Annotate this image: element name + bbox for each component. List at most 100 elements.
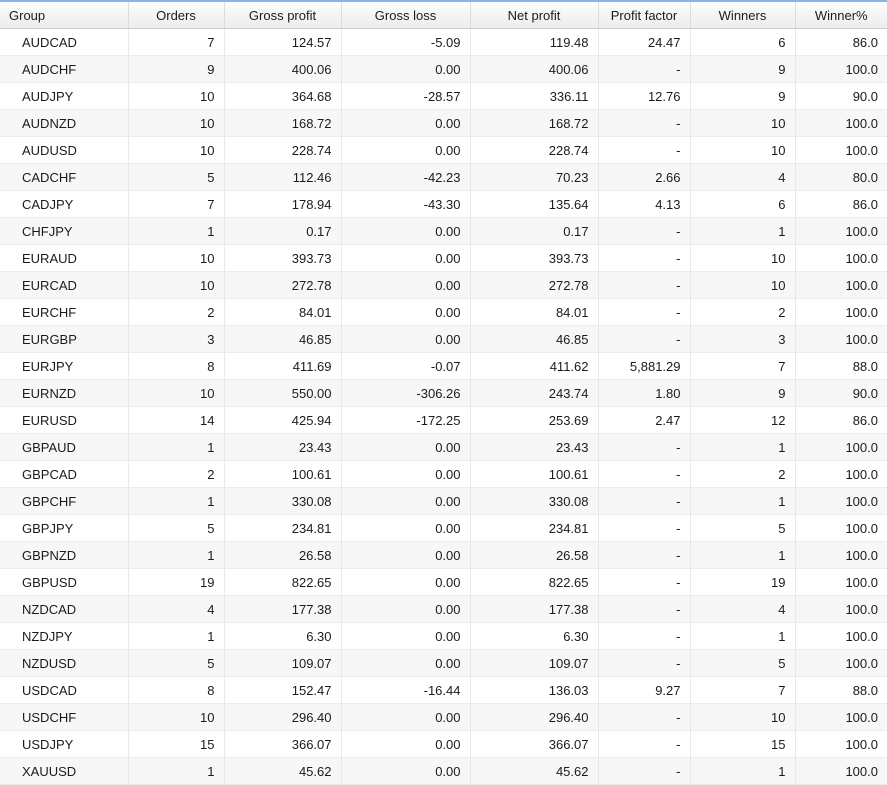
table-row[interactable]: AUDCHF 9 400.06 0.00 400.06-9 100.0 xyxy=(0,55,887,83)
table-row[interactable]: NZDJPY 1 6.30 0.00 6.30-1 100.0 xyxy=(0,622,887,650)
cell-winner_pct: 100.0 xyxy=(795,595,887,623)
cell-profit_factor: 2.66 xyxy=(598,163,691,191)
cell-net_profit: 393.73 xyxy=(470,244,599,272)
table-row[interactable]: USDCAD 8 152.47 -16.44 136.03 9.27 7 88.0 xyxy=(0,676,887,704)
cell-net_profit: 46.85 xyxy=(470,325,599,353)
cell-gross_loss: 0.00 xyxy=(341,730,471,758)
cell-winners: 10 xyxy=(690,244,796,272)
cell-orders: 1 xyxy=(128,757,225,785)
cell-gross_loss: 0.00 xyxy=(341,460,471,488)
cell-orders: 10 xyxy=(128,82,225,110)
cell-profit_factor: - xyxy=(598,460,691,488)
cell-winners: 1 xyxy=(690,622,796,650)
table-row[interactable]: GBPCHF 1 330.08 0.00 330.08-1 100.0 xyxy=(0,487,887,515)
column-header-winner-percent[interactable]: Winner% xyxy=(795,2,887,29)
table-row[interactable]: EURCHF 2 84.01 0.00 84.01-2 100.0 xyxy=(0,298,887,326)
cell-net_profit: 0.17 xyxy=(470,217,599,245)
cell-gross_profit: 26.58 xyxy=(224,541,342,569)
table-row[interactable]: GBPJPY 5 234.81 0.00 234.81-5 100.0 xyxy=(0,514,887,542)
table-row[interactable]: AUDNZD 10 168.72 0.00 168.72-10 100.0 xyxy=(0,109,887,137)
cell-winners: 9 xyxy=(690,379,796,407)
table-row[interactable]: USDJPY 15 366.07 0.00 366.07-15 100.0 xyxy=(0,730,887,758)
table-row[interactable]: EURAUD 10 393.73 0.00 393.73-10 100.0 xyxy=(0,244,887,272)
cell-group: CADJPY xyxy=(0,190,129,218)
table-row[interactable]: NZDCAD 4 177.38 0.00 177.38-4 100.0 xyxy=(0,595,887,623)
table-row[interactable]: NZDUSD 5 109.07 0.00 109.07-5 100.0 xyxy=(0,649,887,677)
cell-winners: 1 xyxy=(690,217,796,245)
table-row[interactable]: GBPAUD 1 23.43 0.00 23.43-1 100.0 xyxy=(0,433,887,461)
cell-winner_pct: 100.0 xyxy=(795,730,887,758)
column-header-net-profit[interactable]: Net profit xyxy=(470,2,599,29)
cell-gross_profit: 330.08 xyxy=(224,487,342,515)
cell-profit_factor: - xyxy=(598,541,691,569)
cell-net_profit: 84.01 xyxy=(470,298,599,326)
cell-winner_pct: 88.0 xyxy=(795,352,887,380)
cell-net_profit: 26.58 xyxy=(470,541,599,569)
cell-profit_factor: - xyxy=(598,136,691,164)
cell-profit_factor: - xyxy=(598,595,691,623)
column-header-profit-factor[interactable]: Profit factor xyxy=(598,2,691,29)
table-header: Group Orders Gross profit Gross loss Net… xyxy=(0,2,887,29)
cell-winner_pct: 100.0 xyxy=(795,460,887,488)
cell-profit_factor: - xyxy=(598,568,691,596)
cell-orders: 19 xyxy=(128,568,225,596)
table-row[interactable]: EURCAD 10 272.78 0.00 272.78-10 100.0 xyxy=(0,271,887,299)
cell-group: AUDUSD xyxy=(0,136,129,164)
cell-winners: 6 xyxy=(690,190,796,218)
table-row[interactable]: EURGBP 3 46.85 0.00 46.85-3 100.0 xyxy=(0,325,887,353)
cell-winner_pct: 100.0 xyxy=(795,757,887,785)
column-header-winners[interactable]: Winners xyxy=(690,2,796,29)
cell-winner_pct: 100.0 xyxy=(795,298,887,326)
cell-orders: 1 xyxy=(128,622,225,650)
column-header-gross-loss[interactable]: Gross loss xyxy=(341,2,471,29)
table-row[interactable]: CADCHF 5 112.46 -42.23 70.23 2.66 4 80.0 xyxy=(0,163,887,191)
cell-net_profit: 366.07 xyxy=(470,730,599,758)
cell-orders: 7 xyxy=(128,190,225,218)
cell-gross_profit: 168.72 xyxy=(224,109,342,137)
cell-gross_profit: 364.68 xyxy=(224,82,342,110)
cell-gross_loss: -5.09 xyxy=(341,28,471,56)
cell-net_profit: 330.08 xyxy=(470,487,599,515)
table-row[interactable]: EURUSD 14 425.94 -172.25 253.69 2.47 12 86.0 xyxy=(0,406,887,434)
table-row[interactable]: USDCHF 10 296.40 0.00 296.40-10 100.0 xyxy=(0,703,887,731)
cell-winners: 2 xyxy=(690,460,796,488)
cell-gross_loss: -0.07 xyxy=(341,352,471,380)
cell-gross_loss: 0.00 xyxy=(341,595,471,623)
cell-orders: 8 xyxy=(128,352,225,380)
cell-gross_profit: 550.00 xyxy=(224,379,342,407)
column-header-group[interactable]: Group xyxy=(0,2,129,29)
table-row[interactable]: GBPCAD 2 100.61 0.00 100.61-2 100.0 xyxy=(0,460,887,488)
cell-winner_pct: 100.0 xyxy=(795,568,887,596)
table-row[interactable]: EURJPY 8 411.69 -0.07 411.62 5,881.29 7 88.0 xyxy=(0,352,887,380)
table-row[interactable]: AUDUSD 10 228.74 0.00 228.74-10 100.0 xyxy=(0,136,887,164)
cell-net_profit: 100.61 xyxy=(470,460,599,488)
cell-group: EURNZD xyxy=(0,379,129,407)
cell-net_profit: 243.74 xyxy=(470,379,599,407)
cell-winner_pct: 100.0 xyxy=(795,541,887,569)
cell-orders: 14 xyxy=(128,406,225,434)
cell-group: GBPJPY xyxy=(0,514,129,542)
cell-gross_loss: 0.00 xyxy=(341,325,471,353)
cell-gross_loss: -43.30 xyxy=(341,190,471,218)
table-row[interactable]: CHFJPY 1 0.17 0.00 0.17-1 100.0 xyxy=(0,217,887,245)
cell-gross_profit: 411.69 xyxy=(224,352,342,380)
cell-winners: 5 xyxy=(690,649,796,677)
cell-profit_factor: 9.27 xyxy=(598,676,691,704)
table-row[interactable]: GBPNZD 1 26.58 0.00 26.58-1 100.0 xyxy=(0,541,887,569)
table-row[interactable]: EURNZD 10 550.00 -306.26 243.74 1.80 9 90.0 xyxy=(0,379,887,407)
table-row[interactable]: AUDCAD 7 124.57 -5.09 119.48 24.47 6 86.0 xyxy=(0,28,887,56)
table-row[interactable]: XAUUSD 1 45.62 0.00 45.62-1 100.0 xyxy=(0,757,887,785)
cell-winner_pct: 100.0 xyxy=(795,622,887,650)
cell-group: USDCHF xyxy=(0,703,129,731)
cell-gross_loss: 0.00 xyxy=(341,568,471,596)
table-row[interactable]: CADJPY 7 178.94 -43.30 135.64 4.13 6 86.0 xyxy=(0,190,887,218)
cell-orders: 10 xyxy=(128,136,225,164)
cell-gross_loss: -28.57 xyxy=(341,82,471,110)
cell-gross_loss: 0.00 xyxy=(341,649,471,677)
column-header-orders[interactable]: Orders xyxy=(128,2,225,29)
column-header-gross-profit[interactable]: Gross profit xyxy=(224,2,342,29)
cell-winners: 9 xyxy=(690,82,796,110)
table-row[interactable]: AUDJPY 10 364.68 -28.57 336.11 12.76 9 90.0 xyxy=(0,82,887,110)
table-row[interactable]: GBPUSD 19 822.65 0.00 822.65-19 100.0 xyxy=(0,568,887,596)
cell-profit_factor: - xyxy=(598,487,691,515)
